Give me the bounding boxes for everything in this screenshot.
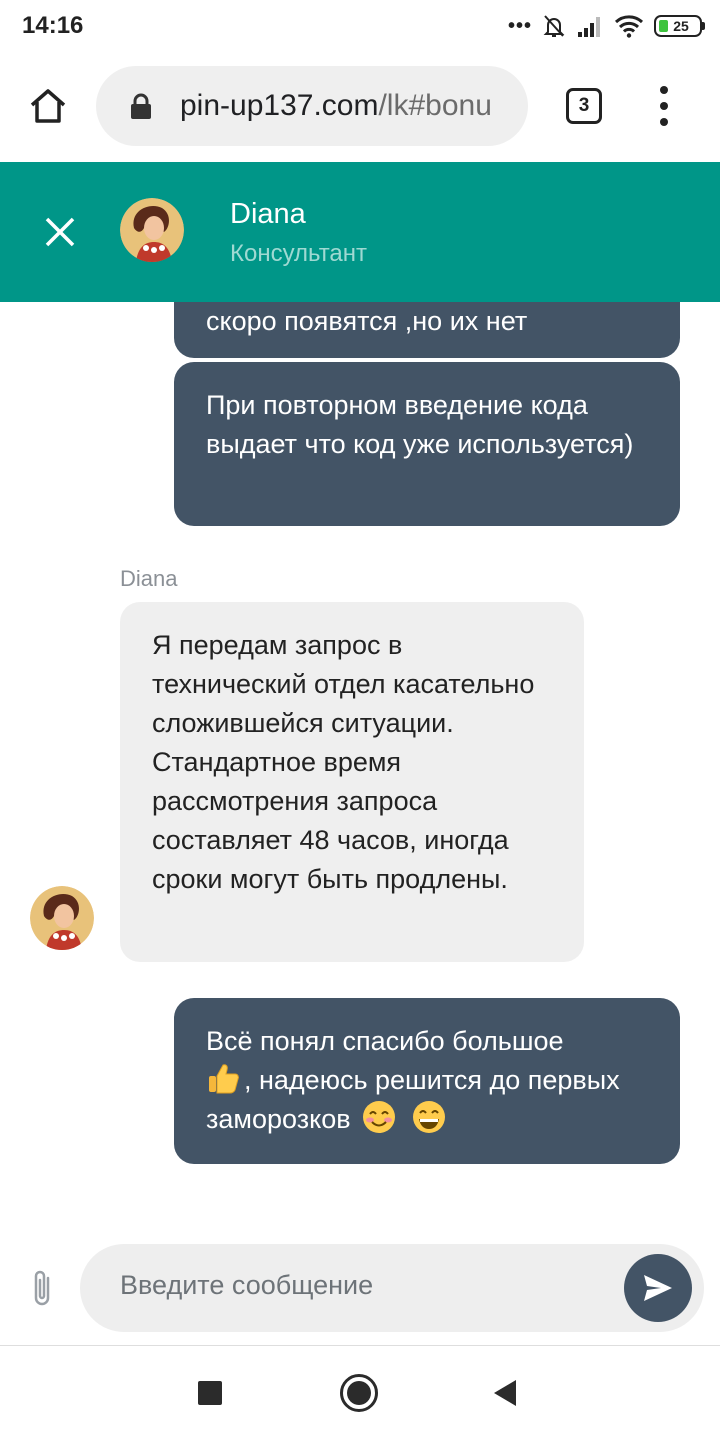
smiling-face-icon (363, 1101, 396, 1133)
message-text: Я передам запрос в технический отдел кас… (152, 630, 535, 894)
tab-switcher-button[interactable]: 3 (566, 88, 602, 124)
send-button[interactable] (624, 1254, 692, 1322)
message-text: При повторном введение кода выдает что к… (206, 390, 634, 459)
home-icon (30, 89, 66, 123)
user-message: скоро появятся ,но их нет (174, 302, 680, 358)
home-button[interactable] (26, 84, 70, 128)
agent-message: Я передам запрос в технический отдел кас… (120, 602, 584, 962)
address-bar[interactable]: pin-up137.com/lk#bonu (96, 66, 528, 146)
agent-avatar (30, 886, 94, 950)
thumbs-up-icon (209, 1064, 239, 1094)
agent-role: Консультант (230, 240, 368, 267)
home-nav-button[interactable] (340, 1374, 378, 1412)
grinning-face-icon (412, 1101, 445, 1133)
close-icon[interactable] (40, 212, 80, 252)
user-message: Всё понял спасибо большое , надеюсь реши… (174, 998, 680, 1164)
browser-toolbar: pin-up137.com/lk#bonu 3 (0, 52, 720, 162)
system-nav-bar (0, 1346, 720, 1440)
url-path: /lk#bonu (378, 89, 492, 122)
message-input[interactable] (120, 1270, 600, 1301)
chat-messages[interactable]: скоро появятся ,но их нет При повторном … (0, 302, 720, 1232)
paperclip-icon[interactable] (28, 1266, 58, 1310)
sender-name: Diana (120, 566, 178, 591)
recent-apps-button[interactable] (198, 1381, 222, 1405)
status-bar: 14:16 ••• 25 (0, 0, 720, 52)
battery-level: 25 (673, 18, 689, 34)
status-time: 14:16 (22, 12, 84, 39)
send-icon (644, 1275, 672, 1301)
lock-icon (131, 93, 151, 119)
back-button[interactable] (494, 1380, 516, 1406)
battery-icon: 25 (654, 15, 705, 37)
url-text: pin-up137.com/lk#bonu (180, 89, 510, 123)
agent-name: Diana (230, 198, 306, 230)
agent-avatar (120, 198, 184, 262)
message-text: скоро появятся ,но их нет (206, 306, 528, 336)
url-host: pin-up137.com (180, 89, 379, 122)
more-notifications-icon: ••• (507, 14, 532, 37)
browser-menu-button[interactable] (652, 86, 676, 126)
wifi-icon (614, 15, 644, 38)
chat-header: Diana Консультант (0, 162, 720, 302)
user-message: При повторном введение кода выдает что к… (174, 362, 680, 526)
message-text: Всё понял спасибо большое (206, 1026, 564, 1056)
status-icons: ••• 25 (507, 12, 705, 40)
mute-bell-icon (543, 15, 565, 37)
signal-icon (578, 17, 600, 37)
message-composer (80, 1244, 704, 1332)
